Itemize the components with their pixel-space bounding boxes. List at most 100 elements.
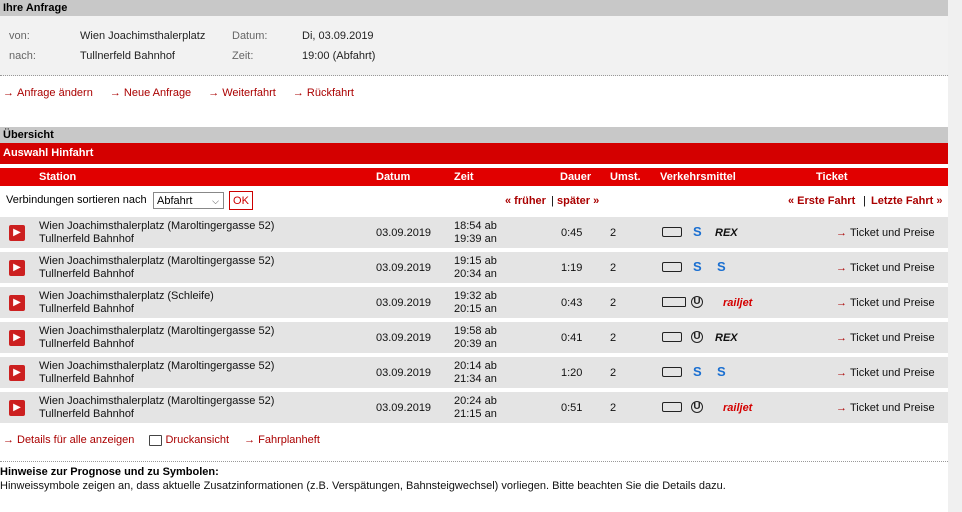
- arrow-right-icon: →: [244, 434, 256, 446]
- to-station: Tullnerfeld Bahnhof: [39, 408, 134, 420]
- return-trip-link[interactable]: → Rückfahrt: [293, 87, 354, 99]
- changes-cell: 2: [610, 367, 617, 379]
- arrival-time: 20:39 an: [454, 338, 497, 350]
- station-cell: Wien Joachimsthalerplatz (Maroltingergas…: [39, 220, 274, 246]
- expand-arrow-icon[interactable]: ▶: [9, 400, 25, 416]
- ubahn-icon: U: [691, 331, 703, 343]
- sbahn-icon: S: [717, 259, 726, 274]
- printer-icon: [149, 434, 163, 446]
- sbahn-icon: S: [717, 364, 726, 379]
- from-value: Wien Joachimsthalerplatz: [80, 30, 206, 42]
- arrow-right-icon: →: [292, 87, 304, 99]
- connection-row[interactable]: ▶ Wien Joachimsthalerplatz (Maroltingerg…: [0, 392, 948, 423]
- sort-select-value: Abfahrt: [157, 195, 193, 207]
- first-trip-link[interactable]: « Erste Fahrt: [788, 195, 855, 207]
- changes-cell: 2: [610, 332, 617, 344]
- ticket-link[interactable]: → Ticket und Preise: [836, 332, 935, 344]
- col-date: Datum: [376, 171, 411, 183]
- connection-row[interactable]: ▶ Wien Joachimsthalerplatz (Maroltingerg…: [0, 357, 948, 388]
- to-value: Tullnerfeld Bahnhof: [80, 50, 175, 62]
- arrow-right-icon: →: [836, 297, 847, 309]
- duration-cell: 1:19: [561, 262, 583, 274]
- sort-select[interactable]: Abfahrt ⌵: [153, 192, 224, 209]
- col-changes: Umst.: [610, 171, 641, 183]
- connection-row[interactable]: ▶ Wien Joachimsthalerplatz (Maroltingerg…: [0, 217, 948, 248]
- arrival-time: 21:15 an: [454, 408, 497, 420]
- to-station: Tullnerfeld Bahnhof: [39, 233, 134, 245]
- station-cell: Wien Joachimsthalerplatz (Maroltingergas…: [39, 325, 274, 351]
- arrival-time: 21:34 an: [454, 373, 497, 385]
- from-station: Wien Joachimsthalerplatz (Maroltingergas…: [39, 255, 275, 267]
- new-request-link[interactable]: → Neue Anfrage: [110, 87, 191, 99]
- later-link[interactable]: später »: [557, 195, 599, 207]
- changes-cell: 2: [610, 227, 617, 239]
- sbahn-icon: S: [693, 259, 702, 274]
- arrival-time: 20:15 an: [454, 303, 497, 315]
- divider: [0, 461, 948, 462]
- sort-row: Verbindungen sortieren nach Abfahrt ⌵ OK…: [0, 190, 948, 212]
- arrival-time: 20:34 an: [454, 268, 497, 280]
- time-cell: 20:14 ab 21:34 an: [454, 360, 497, 386]
- to-station: Tullnerfeld Bahnhof: [39, 338, 134, 350]
- col-transport: Verkehrsmittel: [660, 171, 736, 183]
- rex-label: REX: [715, 332, 738, 344]
- continue-trip-link[interactable]: → Weiterfahrt: [208, 87, 276, 99]
- earlier-later-separator: |: [551, 195, 554, 207]
- connection-row[interactable]: ▶ Wien Joachimsthalerplatz (Maroltingerg…: [0, 322, 948, 353]
- print-view-link[interactable]: Druckansicht: [149, 434, 229, 446]
- expand-arrow-icon[interactable]: ▶: [9, 365, 25, 381]
- expand-arrow-icon[interactable]: ▶: [9, 260, 25, 276]
- chevron-down-icon: ⌵: [212, 196, 219, 206]
- date-value: Di, 03.09.2019: [302, 30, 374, 42]
- earlier-link[interactable]: « früher: [505, 195, 546, 207]
- expand-arrow-icon[interactable]: ▶: [9, 295, 25, 311]
- show-all-details-link[interactable]: → Details für alle anzeigen: [3, 434, 134, 446]
- scrollbar[interactable]: [948, 0, 962, 512]
- ticket-link[interactable]: → Ticket und Preise: [836, 367, 935, 379]
- bus-icon: [662, 400, 682, 414]
- ticket-link[interactable]: → Ticket und Preise: [836, 262, 935, 274]
- changes-cell: 2: [610, 402, 617, 414]
- time-cell: 19:58 ab 20:39 an: [454, 325, 497, 351]
- sort-ok-button[interactable]: OK: [229, 191, 253, 210]
- departure-time: 20:24 ab: [454, 395, 497, 407]
- arrow-right-icon: →: [836, 367, 847, 379]
- arrow-right-icon: →: [3, 434, 14, 446]
- duration-cell: 0:51: [561, 402, 583, 414]
- expand-arrow-icon[interactable]: ▶: [9, 330, 25, 346]
- departure-time: 19:15 ab: [454, 255, 497, 267]
- station-cell: Wien Joachimsthalerplatz (Schleife) Tull…: [39, 290, 214, 316]
- changes-cell: 2: [610, 262, 617, 274]
- change-request-link[interactable]: → Anfrage ändern: [3, 87, 93, 99]
- time-label: Zeit:: [232, 50, 254, 62]
- time-value: 19:00 (Abfahrt): [302, 50, 376, 62]
- from-station: Wien Joachimsthalerplatz (Schleife): [39, 290, 214, 302]
- from-station: Wien Joachimsthalerplatz (Maroltingergas…: [39, 395, 275, 407]
- rex-label: REX: [715, 227, 738, 239]
- request-actions: → Anfrage ändern → Neue Anfrage → Weiterfah…: [3, 87, 368, 99]
- ticket-link[interactable]: → Ticket und Preise: [836, 402, 935, 414]
- arrow-right-icon: →: [208, 87, 220, 99]
- overview-header: Übersicht: [0, 127, 948, 143]
- hints-title: Hinweise zur Prognose und zu Symbolen:: [0, 466, 219, 478]
- sbahn-icon: S: [693, 224, 702, 239]
- date-cell: 03.09.2019: [376, 367, 432, 379]
- ticket-link[interactable]: → Ticket und Preise: [836, 297, 935, 309]
- duration-cell: 0:45: [561, 227, 583, 239]
- station-cell: Wien Joachimsthalerplatz (Maroltingergas…: [39, 395, 274, 421]
- to-station: Tullnerfeld Bahnhof: [39, 268, 134, 280]
- col-duration: Dauer: [560, 171, 592, 183]
- connection-row[interactable]: ▶ Wien Joachimsthalerplatz (Schleife) Tu…: [0, 287, 948, 318]
- timetable-link[interactable]: → Fahrplanheft: [244, 434, 320, 446]
- last-trip-link[interactable]: Letzte Fahrt »: [871, 195, 943, 207]
- ticket-link[interactable]: → Ticket und Preise: [836, 227, 935, 239]
- time-cell: 18:54 ab 19:39 an: [454, 220, 497, 246]
- connection-row[interactable]: ▶ Wien Joachimsthalerplatz (Maroltingerg…: [0, 252, 948, 283]
- to-station: Tullnerfeld Bahnhof: [39, 303, 134, 315]
- from-station: Wien Joachimsthalerplatz (Maroltingergas…: [39, 325, 275, 337]
- duration-cell: 0:41: [561, 332, 583, 344]
- arrival-time: 19:39 an: [454, 233, 497, 245]
- duration-cell: 1:20: [561, 367, 583, 379]
- expand-arrow-icon[interactable]: ▶: [9, 225, 25, 241]
- departure-time: 20:14 ab: [454, 360, 497, 372]
